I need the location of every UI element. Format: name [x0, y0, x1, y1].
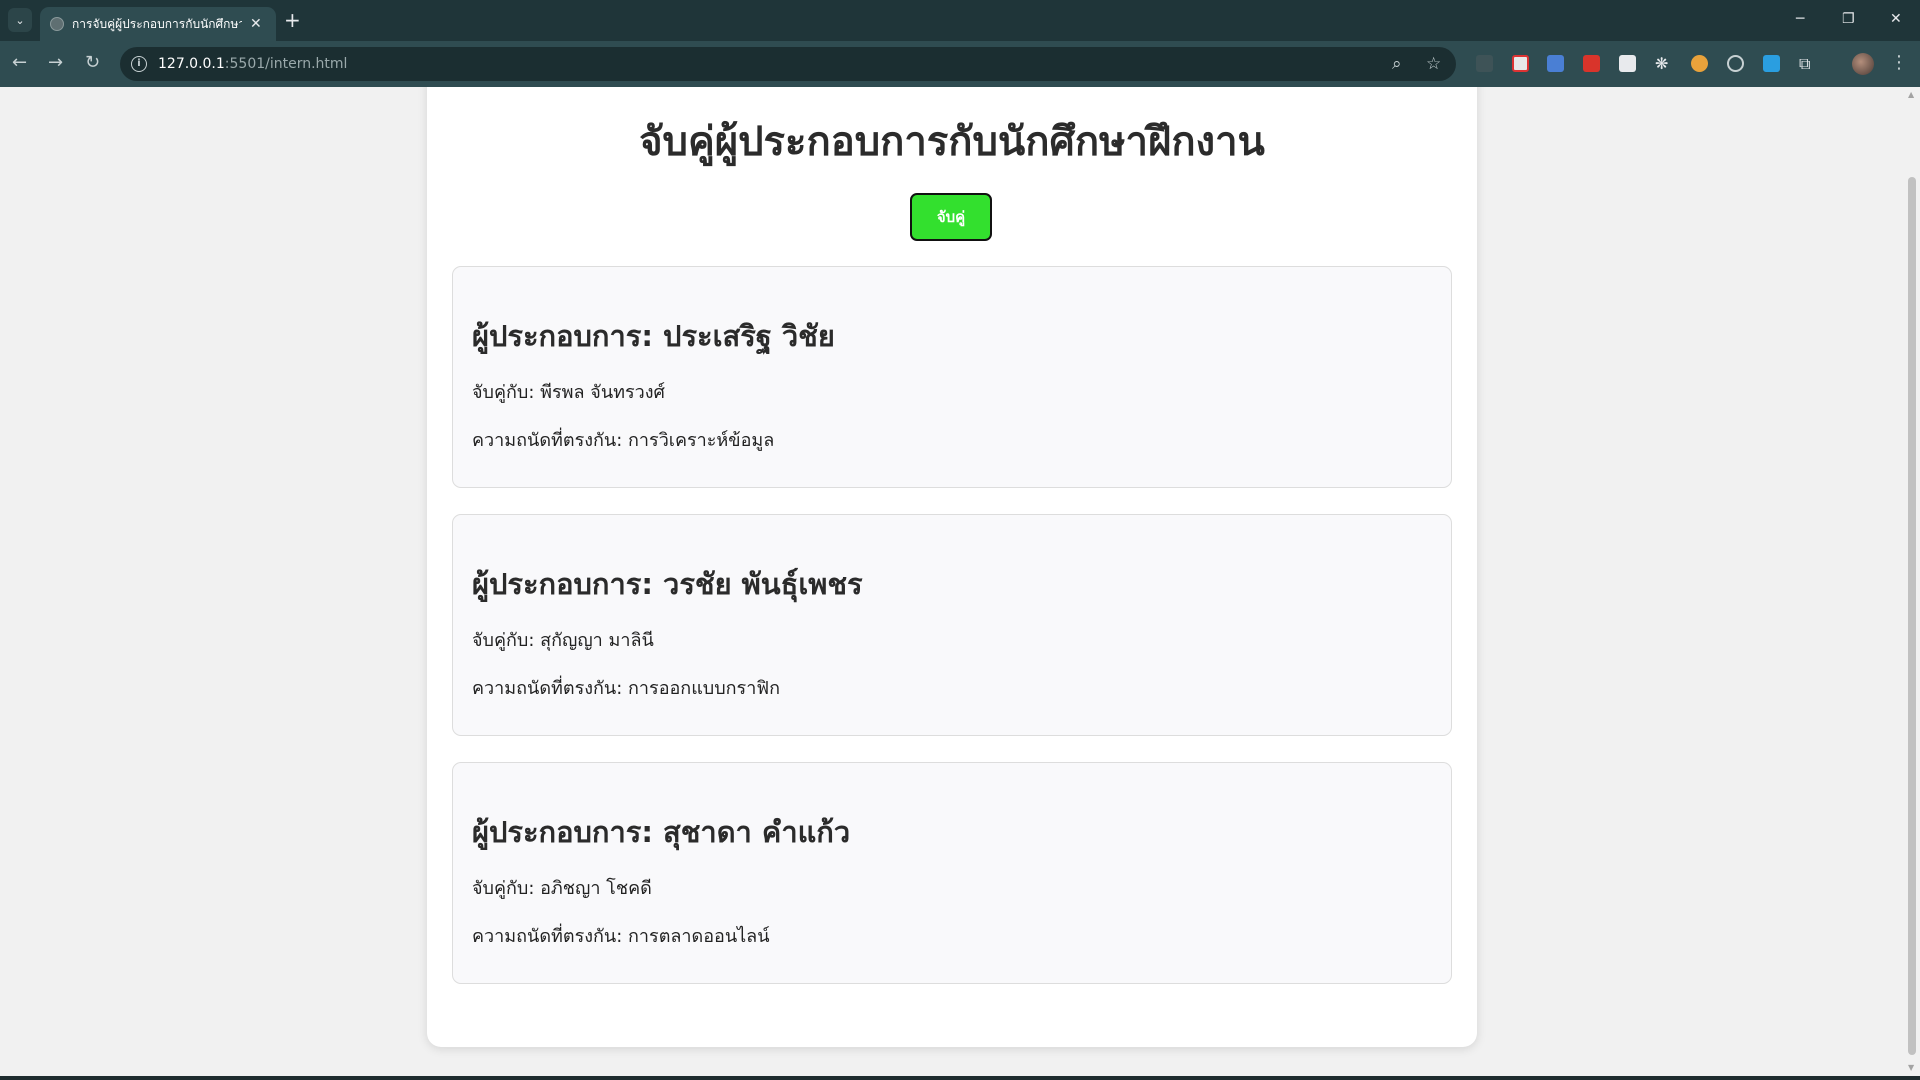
taskbar-edge: [0, 1076, 1920, 1080]
profile-avatar[interactable]: [1852, 53, 1874, 75]
globe-icon: [50, 17, 64, 31]
extension-icon[interactable]: [1691, 55, 1708, 72]
extension-icon[interactable]: [1512, 55, 1529, 72]
url-host: 127.0.0.1: [158, 56, 225, 72]
url-path: :5501/intern.html: [224, 56, 348, 72]
gear-extension-icon[interactable]: ❋: [1655, 55, 1672, 72]
close-tab-icon[interactable]: ✕: [250, 16, 262, 32]
minimize-icon[interactable]: ─: [1796, 8, 1804, 30]
browser-tab[interactable]: การจับคู่ผู้ประกอบการกับนักศึกษาฝึกงาน ✕: [40, 7, 276, 41]
match-card: ผู้ประกอบการ: ประเสริฐ วิชัย จับคู่กับ: …: [452, 266, 1452, 488]
reload-icon[interactable]: ↻: [85, 53, 100, 73]
matching-skill: ความถนัดที่ตรงกัน: การออกแบบกราฟิก: [472, 678, 780, 699]
url-text[interactable]: 127.0.0.1:5501/intern.html: [158, 56, 347, 72]
vertical-scrollbar[interactable]: ▲ ▼: [1904, 87, 1920, 1076]
chevron-down-icon: ⌄: [15, 13, 25, 27]
extension-icon[interactable]: [1476, 55, 1493, 72]
match-card: ผู้ประกอบการ: วรชัย พันธุ์เพชร จับคู่กับ…: [452, 514, 1452, 736]
matching-skill: ความถนัดที่ตรงกัน: การตลาดออนไลน์: [472, 926, 770, 947]
matched-intern: จับคู่กับ: สุกัญญา มาลินี: [472, 630, 654, 651]
back-icon[interactable]: ←: [12, 53, 27, 73]
page-title: จับคู่ผู้ประกอบการกับนักศึกษาฝึกงาน: [639, 119, 1265, 165]
page-viewport: จับคู่ผู้ประกอบการกับนักศึกษาฝึกงาน จับค…: [0, 87, 1904, 1076]
forward-icon[interactable]: →: [48, 53, 63, 73]
tab-title: การจับคู่ผู้ประกอบการกับนักศึกษาฝึกงาน: [72, 16, 242, 31]
zoom-icon[interactable]: ⌕: [1392, 54, 1402, 74]
target-extension-icon[interactable]: [1727, 55, 1744, 72]
tab-search-button[interactable]: ⌄: [8, 8, 32, 32]
more-menu-icon[interactable]: ⋮: [1890, 53, 1908, 73]
scrollbar-thumb[interactable]: [1908, 177, 1916, 1055]
extension-icon[interactable]: [1763, 55, 1780, 72]
matching-skill: ความถนัดที่ตรงกัน: การวิเคราะห์ข้อมูล: [472, 430, 775, 451]
match-button[interactable]: จับคู่: [910, 193, 992, 241]
translate-extension-icon[interactable]: [1547, 55, 1564, 72]
site-info-icon[interactable]: i: [131, 56, 147, 72]
tab-strip: ⌄ การจับคู่ผู้ประกอบการกับนักศึกษาฝึกงาน…: [0, 0, 1920, 41]
bookmark-star-icon[interactable]: ☆: [1426, 54, 1441, 74]
scroll-up-icon[interactable]: ▲: [1908, 90, 1914, 99]
match-card: ผู้ประกอบการ: สุชาดา คำแก้ว จับคู่กับ: อ…: [452, 762, 1452, 984]
scroll-down-icon[interactable]: ▼: [1908, 1063, 1914, 1072]
restore-icon[interactable]: ❐: [1842, 8, 1855, 30]
close-window-icon[interactable]: ✕: [1890, 8, 1902, 30]
matched-intern: จับคู่กับ: พีรพล จันทรวงศ์: [472, 382, 665, 403]
main-container: จับคู่ผู้ประกอบการกับนักศึกษาฝึกงาน จับค…: [427, 87, 1477, 1047]
browser-toolbar: ← → ↻ i 127.0.0.1:5501/intern.html ⌕ ☆ ❋…: [0, 41, 1920, 87]
new-tab-button[interactable]: +: [284, 8, 301, 32]
entrepreneur-name: ผู้ประกอบการ: วรชัย พันธุ์เพชร: [472, 567, 863, 601]
entrepreneur-name: ผู้ประกอบการ: สุชาดา คำแก้ว: [472, 815, 851, 849]
window-extension-icon[interactable]: [1619, 55, 1636, 72]
puzzle-extensions-icon[interactable]: ⧉: [1799, 55, 1816, 72]
video-extension-icon[interactable]: [1583, 55, 1600, 72]
matched-intern: จับคู่กับ: อภิชญา โชคดี: [472, 878, 652, 899]
entrepreneur-name: ผู้ประกอบการ: ประเสริฐ วิชัย: [472, 319, 835, 353]
address-bar[interactable]: i 127.0.0.1:5501/intern.html ⌕ ☆: [120, 47, 1456, 81]
